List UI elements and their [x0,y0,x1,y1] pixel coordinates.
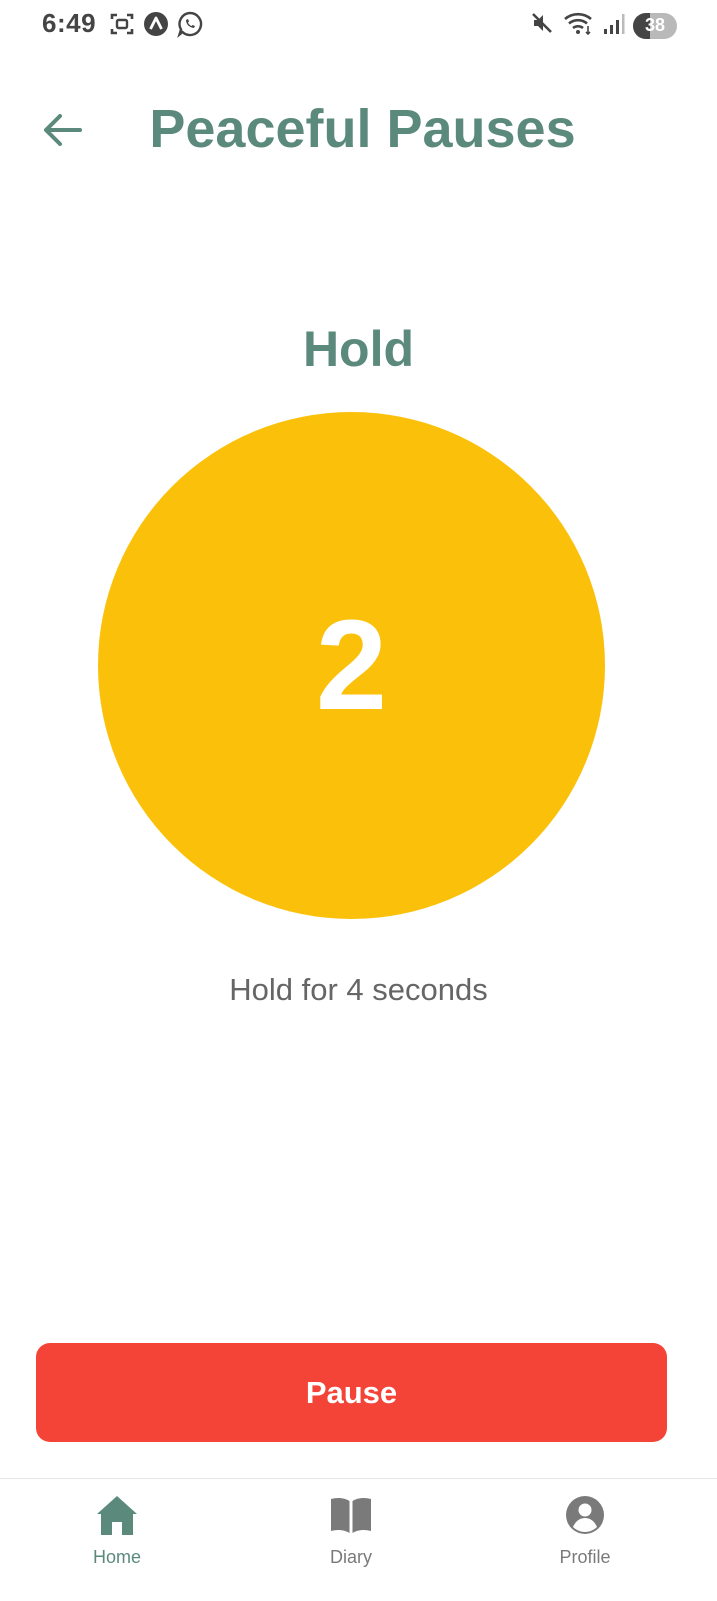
nav-label-diary: Diary [329,1547,372,1567]
countdown-number: 2 [315,594,388,737]
whatsapp-icon [176,10,204,43]
status-right-icons: 38 [529,10,677,41]
signal-icon [603,10,625,41]
book-icon [328,1491,374,1539]
mute-icon [529,10,555,41]
status-time: 6:49 [42,8,97,38]
screenshot-icon [108,10,136,43]
status-left-icons [108,10,204,43]
breath-circle: 2 [98,412,605,919]
battery-level: 38 [644,14,666,35]
profile-icon [564,1491,606,1539]
bottom-nav: Home Diary Profile [0,1478,717,1601]
wifi-icon [563,10,595,41]
page-title: Peaceful Pauses [149,99,576,159]
battery-indicator: 38 [633,12,677,39]
nav-label-home: Home [92,1547,141,1567]
pause-button[interactable]: Pause [36,1343,667,1442]
home-icon [94,1491,140,1539]
app-a-icon [142,10,170,43]
phase-instruction: Hold for 4 seconds [229,972,488,1007]
nav-item-home[interactable]: Home [42,1491,192,1568]
phase-label: Hold [302,321,415,377]
nav-item-diary[interactable]: Diary [276,1491,426,1568]
nav-label-profile: Profile [559,1547,611,1567]
status-bar: 6:49 38 [0,0,717,48]
nav-item-profile[interactable]: Profile [510,1491,660,1568]
